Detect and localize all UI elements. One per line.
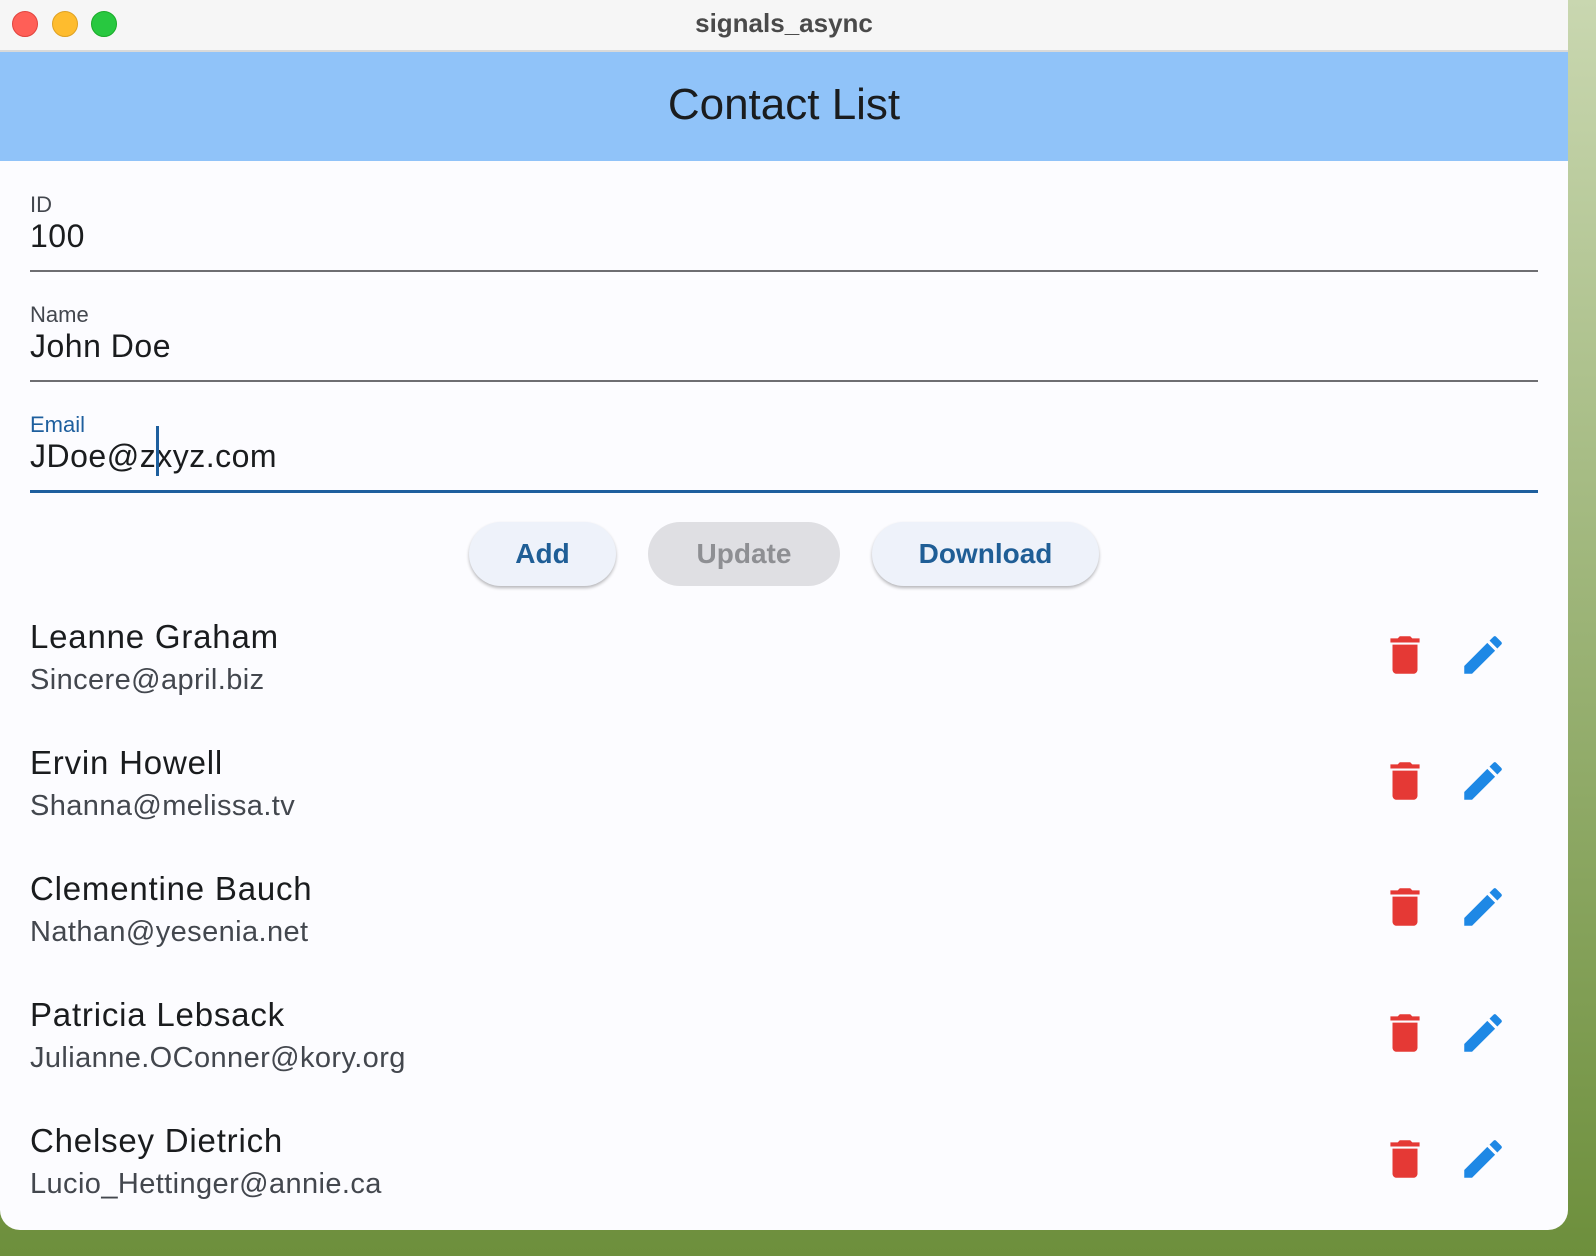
window-title: signals_async [695, 8, 873, 38]
id-field[interactable]: ID 100 [30, 192, 1538, 302]
edit-button[interactable] [1458, 1008, 1508, 1058]
contact-name: Clementine Bauch [30, 870, 313, 907]
name-field[interactable]: Name John Doe [30, 302, 1538, 412]
contact-email: Lucio_Hettinger@annie.ca [30, 1168, 382, 1200]
email-field-label: Email [30, 412, 86, 437]
list-item[interactable]: Leanne Graham Sincere@april.biz [0, 606, 1568, 732]
edit-button[interactable] [1458, 630, 1508, 680]
name-field-underline [30, 380, 1538, 382]
delete-button[interactable] [1380, 1008, 1430, 1058]
trash-icon [1390, 636, 1420, 674]
trash-icon [1390, 762, 1420, 800]
email-field[interactable]: Email JDoe@zxyz.com [30, 412, 1538, 522]
delete-button[interactable] [1380, 1134, 1430, 1184]
trash-icon [1390, 1140, 1420, 1178]
edit-button[interactable] [1458, 756, 1508, 806]
page-title: Contact List [667, 80, 901, 129]
list-item[interactable]: Chelsey Dietrich Lucio_Hettinger@annie.c… [0, 1110, 1568, 1230]
delete-button[interactable] [1380, 882, 1430, 932]
update-button[interactable]: Update [648, 522, 840, 586]
pencil-icon [1464, 888, 1502, 926]
add-button[interactable]: Add [469, 522, 616, 586]
trash-icon [1390, 888, 1420, 926]
edit-button[interactable] [1458, 1134, 1508, 1184]
id-field-underline [30, 270, 1538, 272]
delete-button[interactable] [1380, 756, 1430, 806]
contact-name: Patricia Lebsack [30, 996, 285, 1033]
pencil-icon [1464, 762, 1502, 800]
id-field-label: ID [30, 192, 52, 217]
email-field-value[interactable]: JDoe@zxyz.com [30, 438, 277, 475]
contact-email: Shanna@melissa.tv [30, 790, 296, 822]
edit-button[interactable] [1458, 882, 1508, 932]
window-titlebar[interactable]: signals_async [0, 0, 1568, 52]
name-field-value[interactable]: John Doe [30, 328, 171, 365]
list-item[interactable]: Ervin Howell Shanna@melissa.tv [0, 732, 1568, 858]
app-bar: Contact List [0, 52, 1568, 161]
email-field-underline [30, 490, 1538, 493]
list-item[interactable]: Patricia Lebsack Julianne.OConner@kory.o… [0, 984, 1568, 1110]
contact-email: Nathan@yesenia.net [30, 916, 309, 948]
trash-icon [1390, 1014, 1420, 1052]
name-field-label: Name [30, 302, 89, 327]
pencil-icon [1464, 636, 1502, 674]
delete-button[interactable] [1380, 630, 1430, 680]
app-window: signals_async Contact List ID 100 Name J… [0, 0, 1568, 1230]
contact-name: Ervin Howell [30, 744, 223, 781]
download-button[interactable]: Download [872, 522, 1099, 586]
contact-name: Chelsey Dietrich [30, 1122, 284, 1159]
contact-name: Leanne Graham [30, 618, 279, 655]
id-field-value[interactable]: 100 [30, 218, 85, 255]
pencil-icon [1464, 1140, 1502, 1178]
list-item[interactable]: Clementine Bauch Nathan@yesenia.net [0, 858, 1568, 984]
contact-email: Sincere@april.biz [30, 664, 265, 696]
pencil-icon [1464, 1014, 1502, 1052]
text-caret [156, 426, 159, 476]
contact-email: Julianne.OConner@kory.org [30, 1042, 406, 1074]
